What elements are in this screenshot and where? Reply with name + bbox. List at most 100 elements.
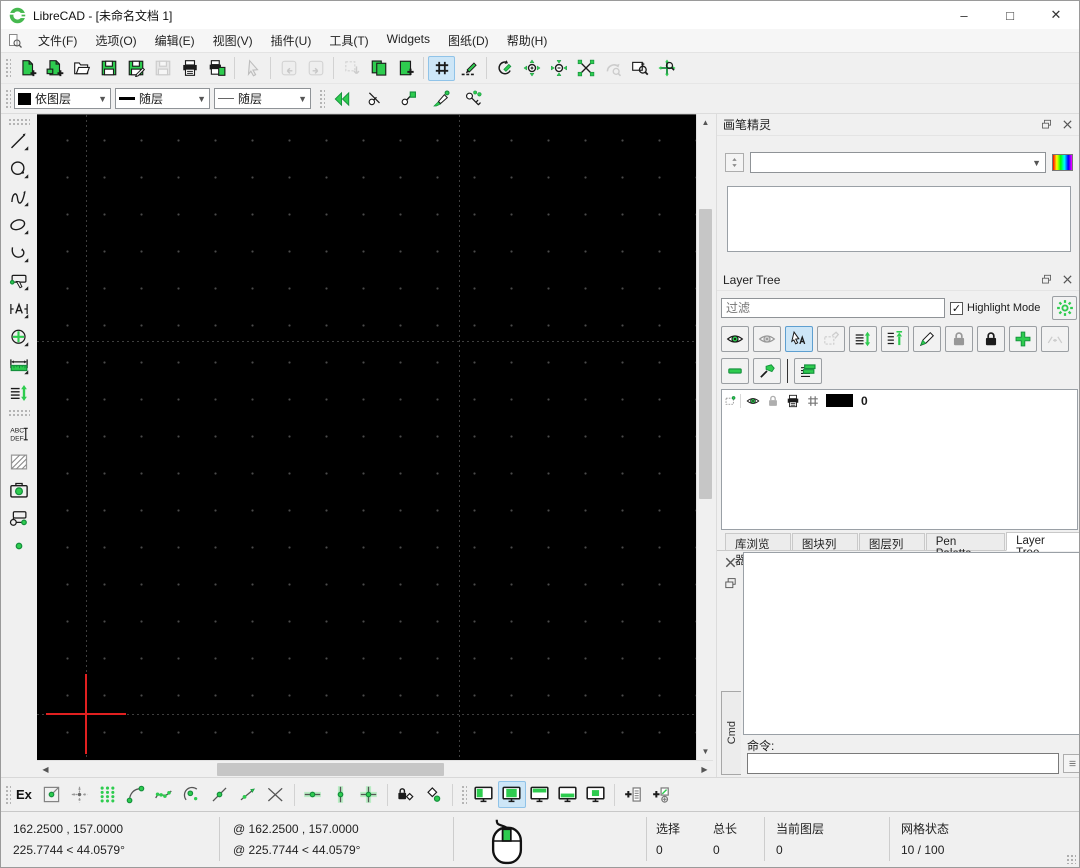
snap-endpoints-button[interactable] xyxy=(122,781,150,808)
tool-circle-center-button[interactable] xyxy=(4,323,34,351)
tab-layer-list[interactable]: 图层列表 xyxy=(859,533,925,550)
toggle-construction-layer-button[interactable] xyxy=(1041,326,1069,352)
layer-settings-button[interactable] xyxy=(1052,296,1077,320)
save-all-button[interactable] xyxy=(149,56,176,81)
pen-linetype-combo[interactable]: 随层 ▼ xyxy=(214,88,311,109)
highlight-layer-button[interactable] xyxy=(785,326,813,352)
toolbar-drag-handle[interactable] xyxy=(4,784,11,806)
menu-item-7[interactable]: 图纸(D) xyxy=(439,29,498,52)
close-panel-icon[interactable] xyxy=(1060,272,1075,287)
zoom-window-button[interactable] xyxy=(626,56,653,81)
dock-area-top-button[interactable] xyxy=(526,781,554,808)
restrict-orthogonal-button[interactable] xyxy=(355,781,383,808)
menu-item-4[interactable]: 插件(U) xyxy=(262,29,321,52)
copy-button[interactable] xyxy=(365,56,392,81)
dock-area-floating-button[interactable] xyxy=(582,781,610,808)
toggle-draft-button[interactable] xyxy=(455,56,482,81)
toggle-grid-button[interactable] xyxy=(428,56,455,81)
layer-construction-grid-icon[interactable] xyxy=(804,394,821,408)
tool-order-button[interactable] xyxy=(4,379,34,407)
dock-area-bottom-button[interactable] xyxy=(554,781,582,808)
zoom-previous-button[interactable] xyxy=(599,56,626,81)
scroll-up-icon[interactable]: ▲ xyxy=(697,114,714,131)
snap-center-button[interactable] xyxy=(178,781,206,808)
undo-button[interactable] xyxy=(275,56,302,81)
vertical-scroll-thumb[interactable] xyxy=(699,209,712,499)
zoom-auto-button[interactable] xyxy=(572,56,599,81)
tab-pen-palette[interactable]: Pen Palette xyxy=(926,533,1005,550)
resize-grip-icon[interactable] xyxy=(1066,854,1076,864)
float-panel-icon[interactable] xyxy=(1039,117,1054,132)
horizontal-scrollbar[interactable]: ◀ ▶ xyxy=(37,760,713,777)
maximize-button[interactable]: □ xyxy=(987,1,1033,29)
scroll-left-icon[interactable]: ◀ xyxy=(37,761,54,778)
open-file-button[interactable] xyxy=(68,56,95,81)
move-layer-to-top-button[interactable] xyxy=(881,326,909,352)
snap-intersection-button[interactable] xyxy=(262,781,290,808)
drawing-canvas[interactable] xyxy=(37,114,696,760)
menu-item-0[interactable]: 文件(F) xyxy=(29,29,86,52)
zoom-out-button[interactable] xyxy=(545,56,572,81)
tool-curve-button[interactable] xyxy=(4,239,34,267)
layer-row[interactable]: 0 xyxy=(722,390,1077,411)
layer-print-icon[interactable] xyxy=(784,394,801,408)
cut-button[interactable] xyxy=(338,56,365,81)
command-input[interactable] xyxy=(747,753,1059,774)
sort-layers-button[interactable] xyxy=(849,326,877,352)
restrict-vertical-button[interactable] xyxy=(327,781,355,808)
toolbar-drag-handle[interactable] xyxy=(4,88,11,110)
menu-item-1[interactable]: 选项(O) xyxy=(86,29,145,52)
snap-points-button[interactable] xyxy=(94,781,122,808)
scroll-down-icon[interactable]: ▼ xyxy=(697,743,714,760)
tool-ellipse-button[interactable] xyxy=(4,211,34,239)
redo-button[interactable] xyxy=(302,56,329,81)
dock-area-left-button[interactable] xyxy=(470,781,498,808)
vertical-scrollbar[interactable]: ▲ ▼ xyxy=(696,114,713,760)
save-as-button[interactable] xyxy=(122,56,149,81)
tool-image-button[interactable] xyxy=(4,476,34,504)
pen-width-combo[interactable]: 随层 ▼ xyxy=(115,88,210,109)
tab-library-browser[interactable]: 库浏览器 xyxy=(725,533,791,550)
construction-layer-icon[interactable] xyxy=(724,394,741,408)
toolbar-drag-handle[interactable] xyxy=(460,784,467,806)
tool-select-button[interactable] xyxy=(4,267,34,295)
tool-dimension-button[interactable] xyxy=(4,295,34,323)
menu-item-8[interactable]: 帮助(H) xyxy=(498,29,557,52)
toolbar-drag-handle[interactable] xyxy=(8,118,30,125)
highlight-mode-checkbox[interactable]: ✓ Highlight Mode xyxy=(950,302,1040,315)
toolbar-drag-handle[interactable] xyxy=(4,57,11,79)
layer-color-swatch[interactable] xyxy=(826,394,853,407)
menu-item-2[interactable]: 编辑(E) xyxy=(146,29,204,52)
scroll-right-icon[interactable]: ▶ xyxy=(696,761,713,778)
edit-layer-pen-button[interactable] xyxy=(913,326,941,352)
print-preview-button[interactable] xyxy=(203,56,230,81)
pen-wizard-updown-button[interactable] xyxy=(725,153,744,172)
redraw-button[interactable] xyxy=(491,56,518,81)
layer-list[interactable]: 0 xyxy=(721,389,1078,530)
pen-wizard-color-button[interactable] xyxy=(1052,154,1073,171)
paste-button[interactable] xyxy=(392,56,419,81)
snap-middle-button[interactable] xyxy=(206,781,234,808)
save-file-button[interactable] xyxy=(95,56,122,81)
copy-pen-button[interactable] xyxy=(427,86,454,111)
dim-other-layers-button[interactable] xyxy=(817,326,845,352)
layer-lock-icon[interactable] xyxy=(764,394,781,408)
unlock-all-layers-button[interactable] xyxy=(945,326,973,352)
set-relative-zero-button[interactable] xyxy=(420,781,448,808)
menu-item-5[interactable]: 工具(T) xyxy=(320,29,377,52)
snap-distance-button[interactable] xyxy=(234,781,262,808)
command-history[interactable] xyxy=(743,552,1080,735)
tab-block-list[interactable]: 图块列表 xyxy=(792,533,858,550)
show-all-layers-button[interactable] xyxy=(721,326,749,352)
tool-circle-button[interactable] xyxy=(4,155,34,183)
float-panel-icon[interactable] xyxy=(723,576,738,591)
new-file-button[interactable] xyxy=(14,56,41,81)
layer-filter-input[interactable] xyxy=(721,298,945,318)
tool-measure-button[interactable] xyxy=(4,351,34,379)
close-button[interactable]: ✕ xyxy=(1033,1,1079,29)
restrict-horizontal-button[interactable] xyxy=(299,781,327,808)
tool-spline-button[interactable] xyxy=(4,183,34,211)
horizontal-scroll-thumb[interactable] xyxy=(217,763,444,776)
pen-wizard-list[interactable] xyxy=(727,186,1071,252)
lock-all-layers-button[interactable] xyxy=(977,326,1005,352)
